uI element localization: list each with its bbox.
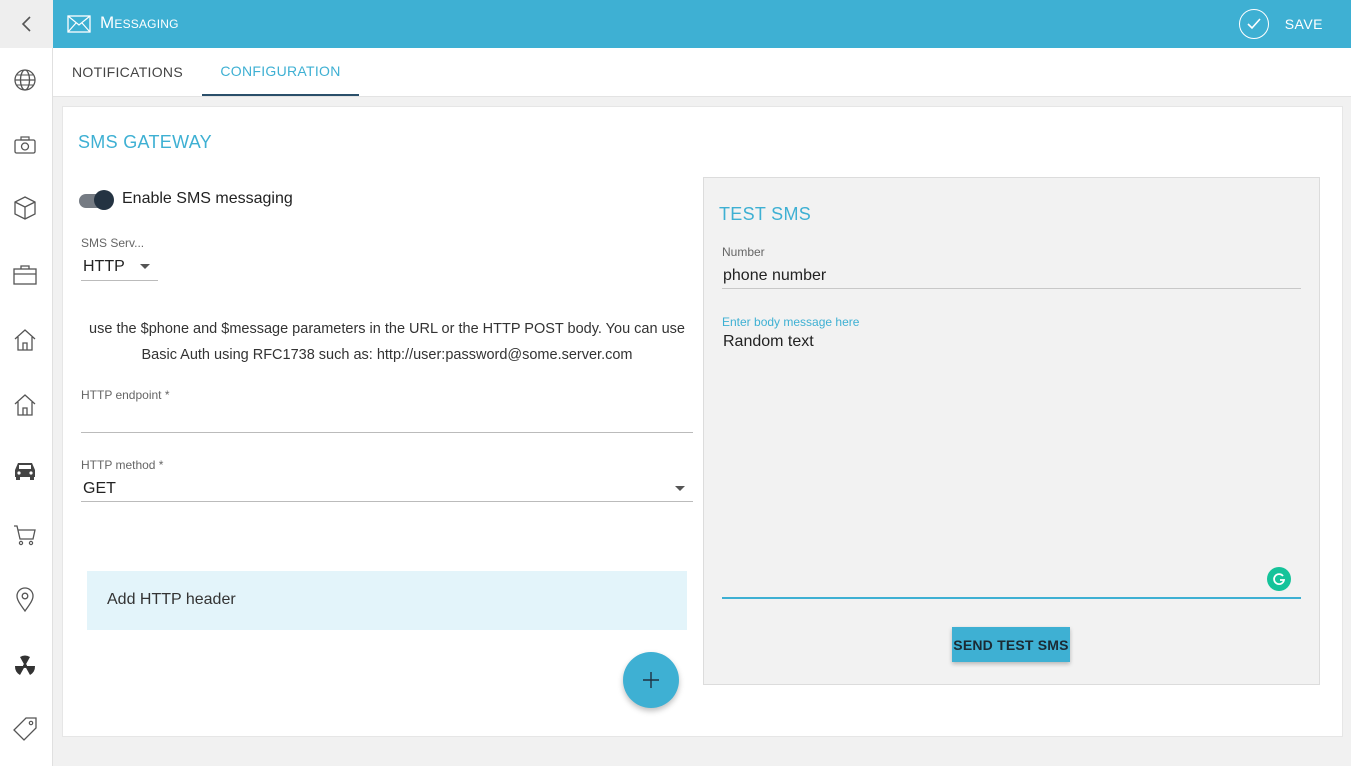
body-message-label: Enter body message here bbox=[722, 315, 860, 329]
sidebar-item-tag[interactable] bbox=[12, 716, 38, 742]
app-header: Messaging SAVE bbox=[53, 0, 1351, 48]
save-label: SAVE bbox=[1284, 16, 1323, 32]
camera-icon bbox=[14, 136, 36, 154]
briefcase-icon bbox=[13, 265, 37, 285]
sidebar-item-cart[interactable] bbox=[12, 522, 38, 548]
enable-sms-label: Enable SMS messaging bbox=[122, 190, 293, 207]
chevron-left-icon bbox=[21, 16, 31, 32]
add-http-header-label: Add HTTP header bbox=[107, 591, 236, 608]
sidebar bbox=[0, 0, 53, 766]
http-method-select[interactable]: GET bbox=[81, 476, 693, 502]
sms-service-select[interactable]: HTTP bbox=[81, 254, 158, 281]
section-title: SMS GATEWAY bbox=[78, 132, 212, 152]
send-test-sms-button[interactable]: SEND TEST SMS bbox=[952, 627, 1070, 662]
home-outline-icon bbox=[14, 394, 36, 416]
http-endpoint-label: HTTP endpoint * bbox=[81, 388, 170, 402]
number-label: Number bbox=[722, 245, 765, 259]
globe-icon bbox=[14, 69, 36, 91]
car-icon bbox=[15, 463, 35, 480]
enable-sms-toggle[interactable] bbox=[79, 189, 115, 211]
cube-icon bbox=[14, 196, 36, 220]
add-http-header-row[interactable]: Add HTTP header bbox=[87, 571, 687, 630]
sidebar-item-car[interactable] bbox=[12, 457, 38, 483]
tag-icon bbox=[13, 717, 37, 741]
sidebar-item-cube[interactable] bbox=[12, 195, 38, 221]
sms-gateway-card: SMS GATEWAY Enable SMS messaging SMS Ser… bbox=[62, 106, 1343, 737]
grammarly-icon[interactable] bbox=[1267, 567, 1291, 591]
sidebar-item-globe[interactable] bbox=[12, 67, 38, 93]
page-title: Messaging bbox=[100, 13, 179, 32]
back-button[interactable] bbox=[0, 0, 53, 48]
dropdown-caret-icon bbox=[675, 486, 685, 491]
http-endpoint-input[interactable] bbox=[81, 407, 693, 433]
help-text: use the $phone and $message parameters i… bbox=[89, 321, 685, 363]
http-method-value: GET bbox=[83, 480, 116, 497]
dropdown-caret-icon bbox=[140, 264, 150, 269]
body-message-textarea[interactable]: Random text bbox=[722, 333, 1301, 599]
location-pin-icon bbox=[16, 587, 34, 613]
http-method-label: HTTP method * bbox=[81, 458, 164, 472]
test-sms-panel: TEST SMS Number Enter body message here … bbox=[703, 177, 1320, 685]
save-button[interactable]: SAVE bbox=[1238, 7, 1339, 41]
plus-icon bbox=[643, 672, 659, 688]
home-icon bbox=[14, 329, 36, 351]
sidebar-item-home-outline[interactable] bbox=[12, 392, 38, 418]
sms-service-value: HTTP bbox=[83, 258, 125, 275]
sidebar-item-radiation[interactable] bbox=[12, 652, 38, 678]
phone-number-input[interactable] bbox=[722, 263, 1301, 289]
sidebar-item-camera[interactable] bbox=[12, 132, 38, 158]
sidebar-item-briefcase[interactable] bbox=[12, 262, 38, 288]
sidebar-item-location[interactable] bbox=[12, 587, 38, 613]
radiation-icon bbox=[14, 655, 36, 675]
test-sms-title: TEST SMS bbox=[719, 204, 812, 224]
sms-service-label: SMS Serv... bbox=[81, 236, 145, 250]
tab-configuration[interactable]: CONFIGURATION bbox=[202, 48, 359, 96]
tab-notifications[interactable]: NOTIFICATIONS bbox=[53, 48, 202, 96]
add-header-fab-button[interactable] bbox=[623, 652, 679, 708]
checkmark-icon bbox=[1238, 9, 1269, 39]
toggle-thumb bbox=[94, 190, 114, 210]
mail-icon bbox=[67, 15, 91, 33]
sidebar-item-home[interactable] bbox=[12, 327, 38, 353]
tab-bar: NOTIFICATIONS CONFIGURATION bbox=[53, 48, 1351, 97]
cart-icon bbox=[14, 525, 36, 546]
